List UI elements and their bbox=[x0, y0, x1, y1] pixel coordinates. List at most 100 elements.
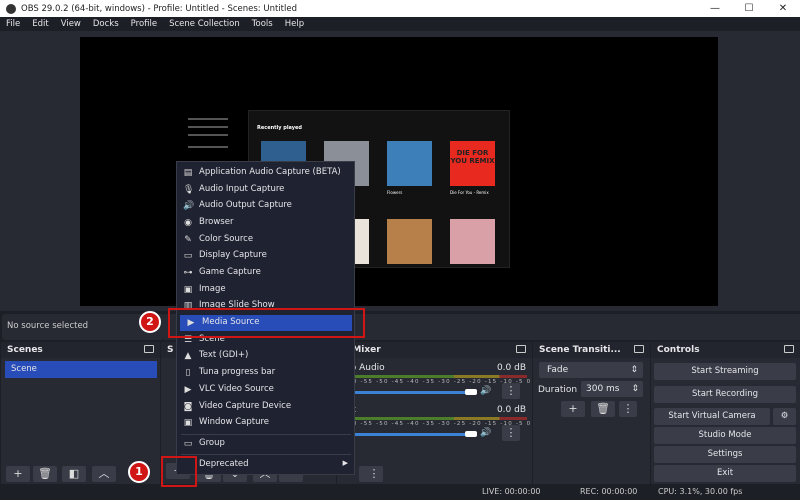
image-icon: ▣ bbox=[183, 285, 193, 295]
gamepad-icon: ⊶ bbox=[183, 268, 193, 278]
window-title: OBS 29.0.2 (64-bit, windows) - Profile: … bbox=[21, 3, 297, 14]
highlight-add-button bbox=[161, 456, 197, 487]
audio-mixer-dock: o Mixer op Audio 0.0 dB -60 -55 -50 -45 … bbox=[336, 342, 532, 484]
menu-item-label: VLC Video Source bbox=[199, 384, 274, 394]
scene-list-item[interactable]: Scene bbox=[5, 361, 157, 378]
undock-icon[interactable] bbox=[516, 345, 526, 353]
menu-edit[interactable]: Edit bbox=[32, 19, 48, 29]
menu-item-label: Display Capture bbox=[199, 250, 267, 260]
speaker-icon[interactable]: 🔊 bbox=[480, 386, 491, 396]
menu-item-image[interactable]: ▣ Image bbox=[177, 282, 354, 298]
menu-item-deprecated[interactable]: Deprecated ▶ bbox=[177, 457, 354, 473]
menu-item-browser[interactable]: ◉ Browser bbox=[177, 215, 354, 231]
title-bar: OBS 29.0.2 (64-bit, windows) - Profile: … bbox=[0, 0, 800, 17]
spinner-icon: ⇕ bbox=[631, 384, 639, 394]
menu-item-label: Color Source bbox=[199, 234, 254, 244]
menu-item-label: Audio Output Capture bbox=[199, 200, 292, 210]
volume-slider[interactable] bbox=[345, 391, 473, 394]
album-tile bbox=[387, 141, 432, 186]
transition-menu-button[interactable]: ⋮ bbox=[619, 401, 637, 417]
maximize-button[interactable]: ☐ bbox=[732, 0, 766, 17]
no-source-label: No source selected bbox=[7, 321, 89, 331]
album-tile: DIE FOR YOU REMIX bbox=[450, 141, 495, 186]
sources-title: S bbox=[167, 345, 174, 355]
scene-transitions-dock: Scene Transiti... Fade ⇕ Duration 300 ms ⇕… bbox=[532, 342, 650, 484]
menu-item-audio-output-capture[interactable]: 🔊 Audio Output Capture bbox=[177, 198, 354, 214]
menu-item-label: Deprecated bbox=[199, 459, 249, 469]
menu-item-tuna-progress-bar[interactable]: ▯ Tuna progress bar bbox=[177, 365, 354, 381]
volume-slider[interactable] bbox=[345, 433, 473, 436]
remove-scene-button[interactable]: 🗑 bbox=[33, 466, 57, 482]
transitions-title: Scene Transiti... bbox=[539, 345, 621, 355]
menu-item-display-capture[interactable]: ▭ Display Capture bbox=[177, 248, 354, 264]
undock-icon[interactable] bbox=[784, 345, 794, 353]
menu-item-video-capture-device[interactable]: ◙ Video Capture Device bbox=[177, 399, 354, 415]
speaker-icon: 🔊 bbox=[183, 201, 195, 211]
menu-tools[interactable]: Tools bbox=[252, 19, 273, 29]
menu-help[interactable]: Help bbox=[285, 19, 304, 29]
menu-file[interactable]: File bbox=[6, 19, 20, 29]
menu-profile[interactable]: Profile bbox=[131, 19, 157, 29]
undock-icon[interactable] bbox=[634, 345, 644, 353]
menu-item-label: Group bbox=[199, 438, 225, 448]
track-title: Flowers bbox=[387, 190, 403, 195]
obs-logo-icon bbox=[6, 3, 16, 14]
controls-title: Controls bbox=[657, 345, 700, 355]
paintbrush-icon: ✎ bbox=[184, 235, 192, 245]
settings-button[interactable]: Settings bbox=[654, 446, 796, 463]
globe-icon: ◉ bbox=[184, 218, 192, 228]
mixer-menu-button[interactable]: ⋮ bbox=[365, 466, 383, 482]
remove-transition-button[interactable]: 🗑 bbox=[591, 401, 615, 417]
menu-item-label: Video Capture Device bbox=[199, 401, 292, 411]
add-scene-button[interactable]: + bbox=[6, 466, 30, 482]
menu-item-audio-input-capture[interactable]: 🎙 Audio Input Capture bbox=[177, 182, 354, 198]
speaker-icon[interactable]: 🔊 bbox=[480, 428, 491, 438]
folder-icon: ▭ bbox=[183, 439, 193, 449]
menu-item-text-gdi[interactable]: ▲ Text (GDI+) bbox=[177, 348, 354, 364]
start-streaming-button[interactable]: Start Streaming bbox=[654, 363, 796, 380]
step-badge-2: 2 bbox=[139, 311, 161, 333]
menu-item-application-audio-capture[interactable]: ▤ Application Audio Capture (BETA) bbox=[177, 165, 354, 181]
volume-slider-handle[interactable] bbox=[465, 431, 477, 437]
virtual-camera-settings-gear-icon[interactable]: ⚙ bbox=[773, 408, 796, 425]
status-bar: LIVE: 00:00:00 REC: 00:00:00 CPU: 3.1%, … bbox=[0, 484, 800, 500]
menu-item-group[interactable]: ▭ Group bbox=[177, 436, 354, 452]
menu-item-label: Game Capture bbox=[199, 267, 261, 277]
text-icon: ▲ bbox=[184, 351, 192, 361]
spinner-icon: ⇕ bbox=[630, 365, 638, 375]
menu-item-label: Browser bbox=[199, 217, 234, 227]
menu-view[interactable]: View bbox=[61, 19, 81, 29]
minimize-button[interactable]: — bbox=[698, 0, 732, 17]
menu-item-label: Application Audio Capture (BETA) bbox=[199, 167, 341, 177]
play-icon: ▶ bbox=[184, 385, 192, 395]
close-button[interactable]: ✕ bbox=[766, 0, 800, 17]
transition-select[interactable]: Fade ⇕ bbox=[539, 362, 643, 378]
channel-menu-button[interactable]: ⋮ bbox=[502, 425, 520, 441]
menu-separator bbox=[181, 454, 351, 455]
add-transition-button[interactable]: + bbox=[561, 401, 585, 417]
file-icon: ▯ bbox=[185, 368, 191, 378]
volume-slider-handle[interactable] bbox=[465, 389, 477, 395]
duration-input[interactable]: 300 ms ⇕ bbox=[581, 381, 643, 397]
menu-item-color-source[interactable]: ✎ Color Source bbox=[177, 232, 354, 248]
move-scene-up-button[interactable]: ︿ bbox=[92, 466, 116, 482]
window-audio-icon: ▤ bbox=[183, 168, 193, 178]
menu-docks[interactable]: Docks bbox=[93, 19, 119, 29]
scenes-title: Scenes bbox=[7, 345, 43, 355]
studio-mode-button[interactable]: Studio Mode bbox=[654, 427, 796, 444]
undock-icon[interactable] bbox=[144, 345, 154, 353]
menu-item-vlc-video-source[interactable]: ▶ VLC Video Source bbox=[177, 382, 354, 398]
scene-filters-button[interactable]: ◧ bbox=[62, 466, 86, 482]
menu-item-window-capture[interactable]: ▣ Window Capture bbox=[177, 415, 354, 431]
channel-menu-button[interactable]: ⋮ bbox=[502, 383, 520, 399]
start-recording-button[interactable]: Start Recording bbox=[654, 386, 796, 403]
duration-value: 300 ms bbox=[586, 384, 620, 394]
menu-item-game-capture[interactable]: ⊶ Game Capture bbox=[177, 265, 354, 281]
menu-scene-collection[interactable]: Scene Collection bbox=[169, 19, 240, 29]
exit-button[interactable]: Exit bbox=[654, 465, 796, 482]
menu-separator bbox=[181, 434, 351, 435]
album-tile bbox=[450, 219, 495, 264]
cpu-status: CPU: 3.1%, 30.00 fps bbox=[658, 487, 743, 496]
menu-bar: File Edit View Docks Profile Scene Colle… bbox=[0, 17, 800, 31]
start-virtual-camera-button[interactable]: Start Virtual Camera bbox=[654, 408, 770, 425]
